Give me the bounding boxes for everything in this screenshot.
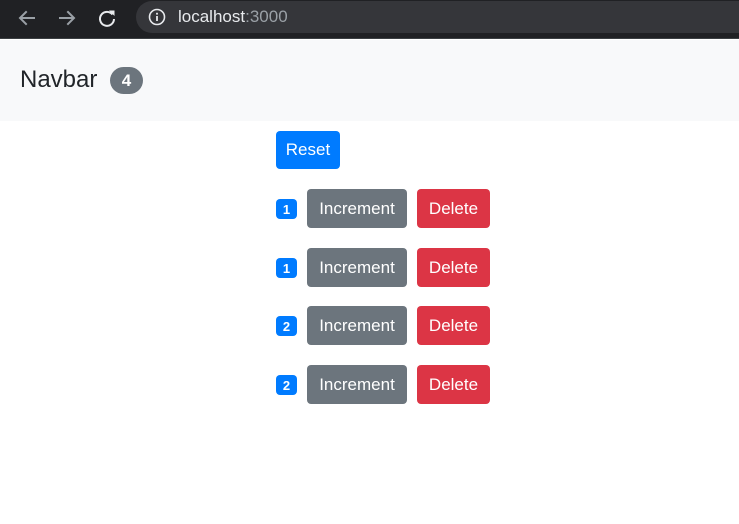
counter-value-badge: 2 bbox=[276, 375, 297, 395]
forward-arrow-icon[interactable] bbox=[54, 5, 80, 31]
delete-button[interactable]: Delete bbox=[417, 248, 490, 287]
delete-button[interactable]: Delete bbox=[417, 306, 490, 345]
info-icon[interactable] bbox=[148, 8, 166, 26]
increment-button[interactable]: Increment bbox=[307, 189, 407, 228]
counter-row: 1 Increment Delete bbox=[276, 189, 496, 228]
reload-icon[interactable] bbox=[94, 5, 120, 31]
counter-row: 2 Increment Delete bbox=[276, 306, 496, 345]
increment-button[interactable]: Increment bbox=[307, 365, 407, 404]
navbar-brand[interactable]: Navbar bbox=[20, 65, 97, 95]
increment-button[interactable]: Increment bbox=[307, 306, 407, 345]
counter-value-badge: 1 bbox=[276, 199, 297, 219]
address-bar[interactable]: localhost:3000 bbox=[136, 1, 739, 33]
url-text[interactable]: localhost:3000 bbox=[178, 7, 288, 27]
url-host: localhost bbox=[178, 7, 246, 26]
app-navbar: Navbar 4 bbox=[0, 40, 739, 121]
back-arrow-icon[interactable] bbox=[14, 5, 40, 31]
total-count-badge: 4 bbox=[110, 67, 143, 94]
increment-button[interactable]: Increment bbox=[307, 248, 407, 287]
counter-value-badge: 2 bbox=[276, 316, 297, 336]
browser-toolbar: localhost:3000 bbox=[0, 0, 739, 39]
counter-row: 1 Increment Delete bbox=[276, 248, 496, 287]
delete-button[interactable]: Delete bbox=[417, 189, 490, 228]
reset-button[interactable]: Reset bbox=[276, 131, 340, 169]
counter-value-badge: 1 bbox=[276, 258, 297, 278]
counter-row: 2 Increment Delete bbox=[276, 365, 496, 404]
url-port: :3000 bbox=[245, 7, 288, 26]
delete-button[interactable]: Delete bbox=[417, 365, 490, 404]
